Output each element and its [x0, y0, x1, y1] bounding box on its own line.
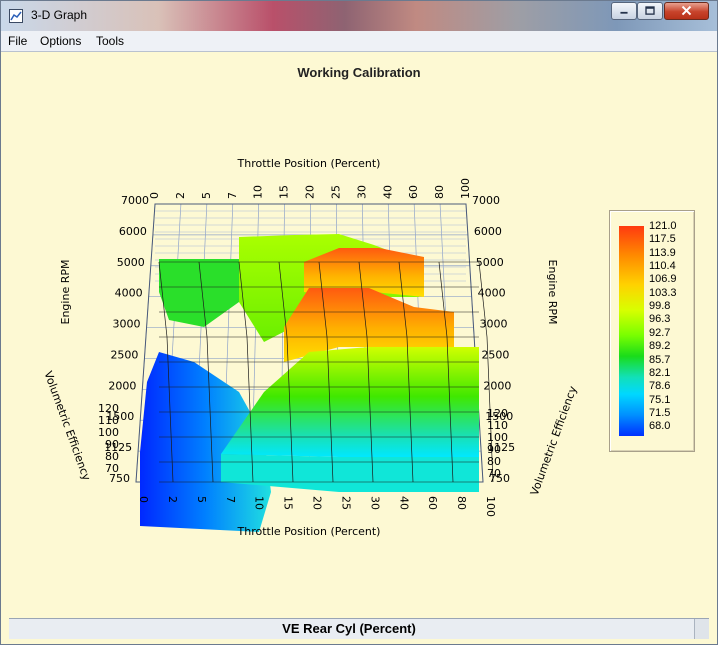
tick-label-throttle-top: 10: [252, 185, 265, 199]
legend-value: 75.1: [649, 393, 671, 406]
tick-label-throttle-top: 7: [226, 192, 239, 199]
status-label: VE Rear Cyl (Percent): [282, 621, 416, 636]
menu-file[interactable]: File: [8, 34, 27, 48]
tick-label-rpm-right: 2000: [483, 379, 511, 392]
tick-label-rpm-left: 2000: [108, 379, 136, 392]
tick-label-ve-right: 90: [487, 443, 501, 456]
legend-color-ramp: [619, 226, 644, 436]
surface-plot[interactable]: 0 2 5 7 10 15 20 25 30 40 60 80 1000 2 5 7 10 15 20 25 30 40 6…: [9, 52, 709, 616]
tick-label-throttle-bottom: 0: [137, 496, 150, 503]
maximize-button[interactable]: [637, 2, 663, 20]
close-button[interactable]: [664, 2, 709, 20]
status-bar: VE Rear Cyl (Percent): [9, 618, 709, 639]
tick-label-throttle-bottom: 10: [253, 496, 266, 510]
legend-value: 71.5: [649, 406, 671, 419]
maximize-icon: [645, 6, 655, 15]
tick-label-throttle-top: 80: [433, 185, 446, 199]
axis-label-ve-left: Volumetric Efficiency: [41, 369, 93, 482]
menu-tools[interactable]: Tools: [96, 34, 124, 48]
axis-label-throttle-bottom: Throttle Position (Percent): [237, 525, 381, 538]
tick-label-rpm-right: 3000: [480, 318, 508, 331]
tick-label-throttle-bottom: 25: [339, 496, 352, 510]
graph-window-icon: [9, 9, 23, 23]
axis-label-throttle-top: Throttle Position (Percent): [237, 157, 381, 170]
legend-value: 121.0: [649, 220, 677, 232]
legend-value: 85.7: [649, 353, 671, 366]
tick-label-rpm-left: 3000: [113, 318, 141, 331]
tick-label-throttle-bottom: 30: [368, 496, 381, 510]
tick-label-throttle-bottom: 15: [282, 496, 295, 510]
legend-value: 117.5: [649, 233, 676, 246]
legend-value: 82.1: [649, 366, 671, 379]
surface-patch: [159, 259, 239, 327]
legend-value: 113.9: [649, 246, 676, 259]
tick-label-rpm-left: 7000: [121, 194, 149, 207]
tick-label-rpm-right: 6000: [474, 225, 502, 238]
tick-label-ve-left: 100: [98, 426, 119, 439]
graph-area: Working Calibration 0 2 5 7 10 15 20 25 30 40 60 80…: [9, 52, 709, 616]
tick-label-ve-right: 70: [487, 467, 501, 480]
menu-bar: File Options Tools: [1, 31, 717, 52]
tick-label-ve-left: 90: [105, 438, 119, 451]
tick-label-throttle-top: 15: [278, 185, 291, 199]
tick-label-throttle-bottom: 40: [397, 496, 410, 510]
legend-value: 89.2: [649, 340, 671, 353]
tick-label-rpm-left: 4000: [115, 287, 143, 300]
tick-label-rpm-right: 7000: [472, 194, 500, 207]
legend-value: 78.6: [649, 380, 671, 393]
tick-label-throttle-bottom: 100: [484, 496, 497, 517]
tick-label-ve-left: 80: [105, 450, 119, 463]
tick-label-throttle-bottom: 60: [426, 496, 439, 510]
tick-label-ve-left: 120: [98, 402, 119, 415]
tick-label-ve-right: 110: [487, 419, 508, 432]
legend-value: 103.3: [649, 286, 677, 299]
tick-label-rpm-left: 6000: [119, 225, 147, 238]
legend-value: 92.7: [649, 326, 671, 339]
surface-patch: [221, 347, 479, 457]
tick-label-throttle-bottom: 20: [311, 496, 324, 510]
tick-label-ve-right: 120: [487, 407, 508, 420]
tick-label-throttle-top: 20: [304, 185, 317, 199]
tick-label-ve-right: 100: [487, 431, 508, 444]
minimize-button[interactable]: [611, 2, 637, 20]
axis-label-rpm-left: Engine RPM: [59, 260, 72, 325]
tick-label-throttle-top: 40: [381, 185, 394, 199]
legend-value: 99.8: [649, 300, 671, 313]
tick-label-rpm-right: 5000: [476, 256, 504, 269]
tick-label-ve-left: 110: [98, 414, 119, 427]
tick-label-throttle-top: 0: [148, 192, 161, 199]
axis-label-rpm-right: Engine RPM: [546, 260, 559, 325]
legend-value: 96.3: [649, 313, 671, 326]
surface-mesh: [140, 234, 494, 532]
tick-label-throttle-top: 100: [459, 178, 472, 199]
tick-label-throttle-bottom: 2: [166, 496, 179, 503]
graph-window: 3-D Graph File Options Tools Working Cal…: [0, 0, 718, 645]
minimize-icon: [620, 11, 628, 14]
resize-grip[interactable]: [694, 619, 709, 639]
tick-label-throttle-top: 25: [329, 185, 342, 199]
tick-label-throttle-bottom: 80: [455, 496, 468, 510]
title-bar[interactable]: 3-D Graph: [1, 1, 717, 31]
legend-value: 106.9: [649, 273, 677, 286]
axis-label-ve-right: Volumetric Efficiency: [528, 384, 580, 497]
legend-value: 68.0: [649, 420, 671, 433]
close-icon: [681, 5, 692, 16]
tick-label-throttle-bottom: 5: [195, 496, 208, 503]
tick-label-rpm-left: 2500: [110, 348, 138, 361]
tick-label-rpm-right: 2500: [481, 348, 509, 361]
tick-label-throttle-bottom: 7: [224, 496, 237, 503]
tick-label-throttle-top: 30: [355, 185, 368, 199]
legend-value: 110.4: [649, 260, 676, 273]
tick-label-rpm-left: 5000: [117, 256, 145, 269]
tick-label-throttle-top: 60: [407, 185, 420, 199]
tick-label-ve-right: 80: [487, 455, 501, 468]
tick-label-ve-left: 70: [105, 462, 119, 475]
menu-options[interactable]: Options: [40, 34, 81, 48]
tick-label-rpm-right: 4000: [478, 287, 506, 300]
window-title: 3-D Graph: [31, 8, 88, 22]
tick-label-throttle-top: 5: [200, 192, 213, 199]
tick-label-throttle-top: 2: [174, 192, 187, 199]
